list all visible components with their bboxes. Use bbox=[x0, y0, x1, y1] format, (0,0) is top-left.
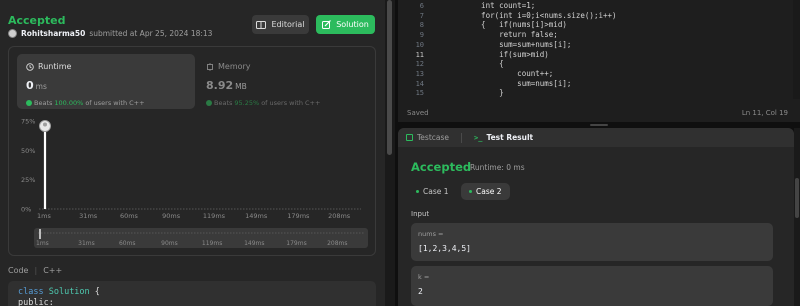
editor-code-line: sum=nums[i]; bbox=[463, 78, 572, 88]
avatar[interactable] bbox=[8, 29, 17, 38]
cursor-position: Ln 11, Col 19 bbox=[741, 109, 788, 117]
saved-status: Saved bbox=[407, 109, 429, 117]
submission-meta: Rohitsharma50 submitted at Apr 25, 2024 … bbox=[8, 29, 212, 38]
line-number: 8 bbox=[419, 21, 424, 30]
editor-code-line: for(int i=0;i<nums.size();i++) bbox=[463, 10, 617, 20]
x-tick-label: 1ms bbox=[37, 212, 51, 220]
y-tick-label: 25% bbox=[21, 176, 35, 184]
code-language: C++ bbox=[43, 266, 63, 275]
line-number: 13 bbox=[415, 69, 424, 78]
code-editor[interactable]: 6 7 8 9 10 11 12 13 14 15 int count=1; for(int i=… bbox=[398, 0, 800, 122]
input-k: k = 2 bbox=[411, 266, 773, 306]
line-number: 15 bbox=[415, 89, 424, 98]
mini-x-tick-label: 31ms bbox=[78, 240, 95, 247]
line-number: 12 bbox=[415, 60, 424, 69]
line-number: 10 bbox=[415, 40, 424, 49]
x-tick-label: 149ms bbox=[245, 212, 268, 220]
editor-code-line: sum=sum+nums[i]; bbox=[463, 39, 572, 49]
line-number: 14 bbox=[415, 79, 424, 88]
editor-code-line: } bbox=[463, 88, 504, 98]
x-tick-label: 179ms bbox=[287, 212, 310, 220]
tab-testcase[interactable]: Testcase bbox=[406, 133, 449, 142]
tab-test-result[interactable]: >_ Test Result bbox=[474, 133, 533, 142]
code-line: public: bbox=[18, 298, 54, 306]
mini-highlight-bar bbox=[39, 229, 41, 239]
editor-code-line: count++; bbox=[463, 68, 554, 78]
line-number: 7 bbox=[419, 11, 424, 20]
line-number: 6 bbox=[419, 2, 424, 10]
line-number-gutter: 6 7 8 9 10 11 12 13 14 15 bbox=[398, 0, 432, 98]
x-tick-label: 31ms bbox=[79, 212, 98, 220]
editor-code-line: { if(nums[i]>mid) bbox=[463, 20, 567, 30]
submitted-at: submitted at Apr 25, 2024 18:13 bbox=[89, 29, 213, 38]
y-tick-label: 75% bbox=[21, 118, 35, 126]
runtime-distribution-chart[interactable]: 75% 50% 25% 0% 1ms 31ms 60ms 90ms 119ms 149ms 179m… bbox=[9, 47, 377, 257]
pass-dot-icon bbox=[416, 190, 419, 193]
mini-x-tick-label: 179ms bbox=[286, 240, 306, 247]
x-tick-label: 90ms bbox=[162, 212, 181, 220]
case-2-tab[interactable]: Case 2 bbox=[461, 183, 510, 200]
editor-code-line: int count=1; bbox=[463, 1, 536, 10]
test-result-panel: Testcase >_ Test Result Accepted Runtime… bbox=[398, 128, 794, 306]
editorial-button[interactable]: Editorial bbox=[252, 15, 309, 34]
mini-x-tick-label: 119ms bbox=[202, 240, 222, 247]
edit-icon bbox=[322, 20, 332, 29]
input-label: Input bbox=[411, 210, 430, 218]
submission-status: Accepted bbox=[8, 14, 66, 27]
editor-code-line: return false; bbox=[463, 30, 558, 40]
mini-x-tick-label: 149ms bbox=[244, 240, 264, 247]
editor-code-line: if(sum>mid) bbox=[463, 49, 549, 59]
user-avatar-head bbox=[43, 122, 47, 127]
line-number: 9 bbox=[419, 31, 424, 40]
x-tick-label: 119ms bbox=[203, 212, 226, 220]
x-tick-label: 208ms bbox=[328, 212, 351, 220]
pass-dot-icon bbox=[469, 190, 472, 193]
code-header: Code | C++ bbox=[8, 266, 63, 275]
editorial-label: Editorial bbox=[271, 20, 305, 29]
stats-card: Runtime 0 ms Beats 100.00% of users with … bbox=[8, 46, 376, 256]
code-label: Code bbox=[8, 266, 29, 275]
checkbox-icon bbox=[406, 134, 413, 141]
line-number: 11 bbox=[415, 50, 424, 59]
left-scrollbar[interactable] bbox=[385, 0, 395, 306]
terminal-icon: >_ bbox=[474, 133, 483, 142]
solution-label: Solution bbox=[336, 20, 369, 29]
mini-x-tick-label: 90ms bbox=[161, 240, 178, 247]
result-runtime: Runtime: 0 ms bbox=[470, 163, 525, 172]
mini-x-tick-label: 60ms bbox=[119, 240, 136, 247]
submitted-code[interactable]: class Solution { public: bbox=[8, 281, 376, 306]
submission-panel: Accepted Rohitsharma50 submitted at Apr … bbox=[0, 0, 385, 306]
editor-scrollbar[interactable] bbox=[793, 0, 800, 99]
editor-status-bar: Saved Ln 11, Col 19 bbox=[398, 105, 800, 122]
result-status: Accepted bbox=[411, 160, 472, 174]
y-tick-label: 50% bbox=[21, 147, 35, 155]
book-icon bbox=[256, 20, 267, 29]
solution-button[interactable]: Solution bbox=[316, 15, 375, 34]
editor-code-line: { bbox=[463, 59, 504, 69]
mini-x-tick-label: 1ms bbox=[36, 240, 49, 247]
result-scrollbar[interactable] bbox=[794, 128, 800, 306]
input-nums: nums = [1,2,3,4,5] bbox=[411, 223, 773, 261]
mini-x-tick-label: 208ms bbox=[327, 240, 347, 247]
result-tabs: Testcase >_ Test Result bbox=[398, 128, 794, 147]
code-line: class Solution { bbox=[18, 287, 100, 297]
x-tick-label: 60ms bbox=[120, 212, 139, 220]
case-1-tab[interactable]: Case 1 bbox=[408, 183, 457, 200]
y-tick-label: 0% bbox=[21, 206, 31, 214]
username-link[interactable]: Rohitsharma50 bbox=[21, 29, 85, 38]
